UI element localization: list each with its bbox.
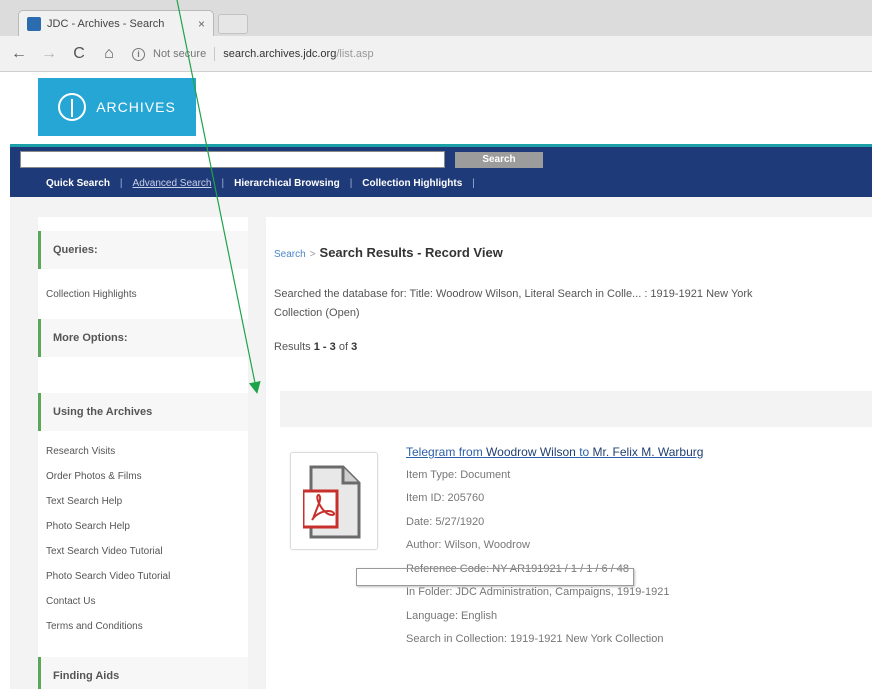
results-count: Results 1 - 3 of 3 [274,341,357,353]
results-of: of [338,341,349,353]
record-language: Language: English [406,609,498,622]
nav-collection-highlights[interactable]: Collection Highlights [362,178,462,189]
nav-pipe: | [221,178,225,189]
breadcrumb-search-link[interactable]: Search [274,249,306,260]
record-date: Date: 5/27/1920 [406,515,485,528]
search-navbar: Search Quick Search | Advanced Search | … [10,147,872,197]
sidebar-item-photo-video-tutorial[interactable]: Photo Search Video Tutorial [38,564,248,589]
security-label[interactable]: Not secure [153,48,206,60]
address-bar[interactable]: i Not secure search.archives.jdc.org/lis… [130,42,872,66]
pdf-document-icon [303,465,361,539]
home-icon[interactable]: ⌂ [100,45,118,63]
record-author: Author: Wilson, Woodrow [406,539,530,552]
sidebar-item-collection-highlights[interactable]: Collection Highlights [38,269,248,319]
sidebar: Queries: Collection Highlights More Opti… [38,217,248,689]
url-host: search.archives.jdc.org [223,48,337,60]
sidebar-item-text-search-help[interactable]: Text Search Help [38,489,248,514]
record-item-id: Item ID: 205760 [406,492,485,505]
sidebar-heading-more-options: More Options: [38,319,248,357]
results-range: 1 - 3 [313,341,336,353]
record-search-in-collection[interactable]: Search in Collection: 1919-1921 New York… [406,628,866,652]
sidebar-heading-queries: Queries: [38,231,248,269]
sidebar-item-photo-search-help[interactable]: Photo Search Help [38,514,248,539]
url-text[interactable]: search.archives.jdc.org/list.asp [223,48,373,60]
back-icon[interactable]: ← [10,45,28,63]
breadcrumb: Search > Search Results - Record View [274,245,503,260]
logo-text: ARCHIVES [96,99,176,115]
nav-pipe: | [349,178,353,189]
results-total: 3 [351,341,358,353]
browser-toolbar: ← → C ⌂ i Not secure search.archives.jdc… [0,36,872,72]
main-panel: Search > Search Results - Record View Sear… [266,217,872,689]
new-tab-button[interactable] [218,14,248,34]
tab-strip: JDC - Archives - Search × [0,0,872,36]
record-reference-code: Reference Code: NY AR191921 / 1 / 1 / 6 … [406,562,629,575]
sidebar-item-text-video-tutorial[interactable]: Text Search Video Tutorial [38,539,248,564]
nav-quick-search[interactable]: Quick Search [46,178,110,189]
record-in-folder: In Folder: JDC Administration, Campaigns… [406,586,670,599]
sidebar-item-order-photos[interactable]: Order Photos & Films [38,464,248,489]
site-header: ARCHIVES [10,72,872,150]
nav-pipe: | [472,178,475,189]
close-icon[interactable]: × [198,17,205,31]
url-path: /list.asp [336,48,374,60]
record-item-type: Item Type: Document [406,468,511,481]
favicon-icon [27,16,41,31]
record-title-part: to [579,445,590,459]
forward-icon[interactable]: → [40,45,58,63]
menorah-logo-icon [58,93,87,121]
nav-pipe: | [119,178,123,189]
nav-advanced-search[interactable]: Advanced Search [133,178,212,189]
sidebar-heading-finding-aids: Finding Aids [38,657,248,689]
search-button[interactable]: Search [455,152,543,168]
browser-chrome: JDC - Archives - Search × ← → C ⌂ i Not … [0,0,872,72]
nav-hierarchical-browsing[interactable]: Hierarchical Browsing [234,178,340,189]
page-title: Search Results - Record View [319,245,503,260]
info-icon[interactable]: i [132,47,145,61]
sidebar-item-research-visits[interactable]: Research Visits [38,439,248,464]
breadcrumb-separator: > [309,249,316,260]
record-details: Telegram from Woodrow Wilson to Mr. Feli… [406,445,866,651]
sidebar-heading-using-archives: Using the Archives [38,393,248,431]
search-summary: Searched the database for: Title: Woodro… [274,288,753,319]
address-separator [214,47,216,61]
sidebar-item-terms[interactable]: Terms and Conditions [38,614,248,639]
sidebar-item-contact-us[interactable]: Contact Us [38,589,248,614]
record-thumbnail[interactable] [290,452,378,550]
record-title-link[interactable]: Telegram from Woodrow Wilson to Mr. Feli… [406,445,866,459]
reload-icon[interactable]: C [70,45,88,63]
site-logo[interactable]: ARCHIVES [38,78,196,136]
record-title-recipient: Mr. Felix M. Warburg [592,445,704,459]
nav-links: Quick Search | Advanced Search | Hierarc… [46,178,475,189]
results-toolbar [280,391,872,427]
search-input[interactable] [20,151,445,168]
record-title-author: Woodrow Wilson [486,445,576,459]
tab-title: JDC - Archives - Search [47,17,165,30]
browser-tab[interactable]: JDC - Archives - Search × [18,10,214,36]
record-title-part: Telegram from [406,445,483,459]
results-prefix: Results [274,341,311,353]
